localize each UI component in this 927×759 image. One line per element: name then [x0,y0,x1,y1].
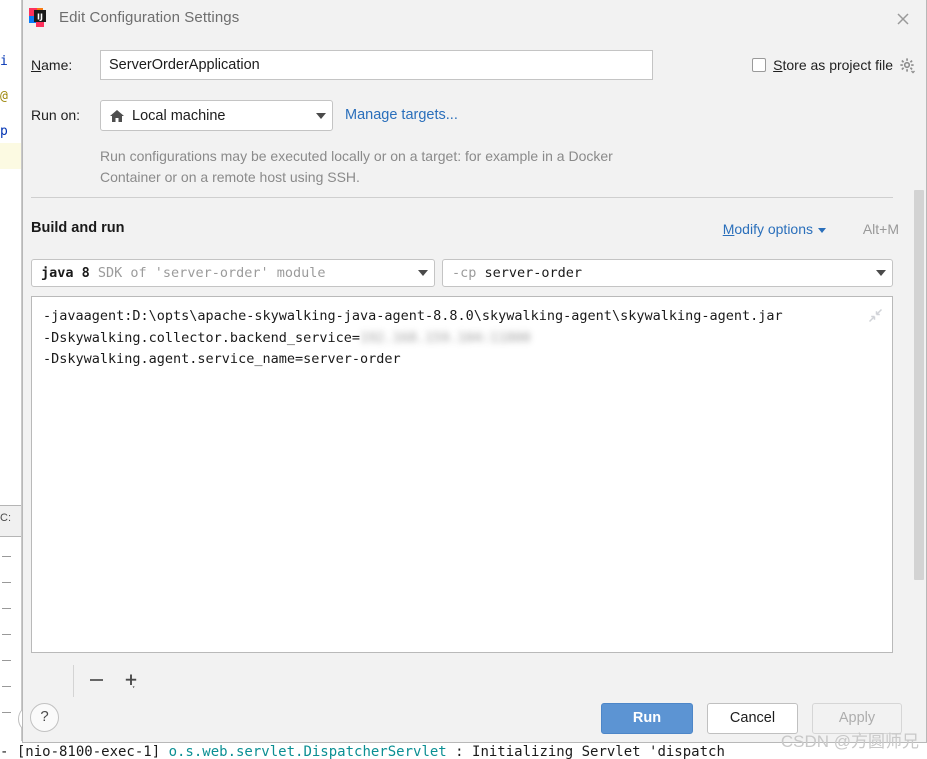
store-label-rest: tore as project file [782,57,894,73]
store-as-project-file-checkbox[interactable] [752,58,767,72]
chevron-down-icon [418,270,428,276]
background-editor-code: i @ p [0,44,22,149]
chevron-down-icon [876,270,886,276]
classpath-combobox[interactable]: -cp server-order [442,259,893,287]
section-divider [31,197,893,198]
console-log-prefix: - [nio-8100-exec-1] [0,744,169,759]
console-log-line: - [nio-8100-exec-1] o.s.web.servlet.Disp… [0,741,927,759]
modify-options-mnemonic: M [722,221,735,237]
gear-icon[interactable] [900,58,916,74]
console-log-logger: o.s.web.servlet.DispatcherServlet [168,744,447,759]
cancel-button[interactable]: Cancel [707,703,798,734]
dialog-scrollbar-thumb[interactable] [914,190,924,580]
editor-char-p: p [0,124,8,139]
tool-window-separator-bottom [0,536,21,537]
editor-char-i: i [0,54,8,69]
classpath-flag: -cp [452,265,477,281]
modify-options-rest: odify options [734,221,813,237]
tool-window-label[interactable]: C: [0,512,20,524]
intellij-idea-logo-icon: IJ [28,7,50,29]
plus-dropdown-icon[interactable] [122,671,144,693]
svg-text:IJ: IJ [37,13,43,22]
store-label-mnemonic: S [773,57,783,73]
console-log-message: : Initializing Servlet 'dispatch [446,744,725,759]
vm-options-text: -javaagent:D:\opts\apache-skywalking-jav… [43,306,803,371]
dialog-titlebar: IJ Edit Configuration Settings [23,0,926,40]
manage-targets-link[interactable]: Manage targets... [345,107,458,123]
minus-icon[interactable] [90,679,103,681]
editor-char-at: @ [0,89,8,104]
run-button[interactable]: Run [601,703,693,734]
store-as-project-file-label: Store as project file [773,57,893,73]
modify-options-shortcut: Alt+M [862,221,899,237]
edit-configuration-dialog: IJ Edit Configuration Settings Name: Sto… [22,0,927,743]
vm-option-service-name: -Dskywalking.agent.service_name=server-o… [43,351,401,367]
chevron-down-icon [316,112,326,119]
vm-option-backend-service-key: -Dskywalking.collector.backend_service= [43,329,360,346]
collapse-expand-icon[interactable] [868,308,883,323]
classpath-combobox-value: -cp server-order [452,265,870,281]
add-remove-option-strip [73,665,893,697]
screenshot-root: i @ p C: 0 n r tch - [nio-8100-exec-1] o… [0,0,927,759]
run-on-value: Local machine [132,107,226,124]
jdk-description: SDK of 'server-order' module [89,265,326,281]
classpath-module: server-order [476,265,583,281]
apply-button: Apply [812,703,902,734]
vm-option-backend-service-value-redacted: 192.168.159.104:11800 [359,329,531,346]
modify-options-link[interactable]: Modify options [723,221,826,237]
name-label: Name: [31,57,72,73]
vm-option-javaagent: -javaagent:D:\opts\apache-skywalking-jav… [43,308,783,324]
modify-options-label: Modify options [723,221,813,237]
close-icon[interactable] [890,6,916,32]
store-as-project-file-row[interactable]: Store as project file [752,57,916,74]
jdk-version: java 8 [41,265,90,281]
vm-options-textarea[interactable]: -javaagent:D:\opts\apache-skywalking-jav… [31,296,893,653]
jdk-combobox-value: java 8 SDK of 'server-order' module [41,265,412,281]
chevron-down-icon [818,227,826,233]
tool-window-separator-top [0,505,21,506]
dialog-title: Edit Configuration Settings [59,9,240,26]
name-label-rest: ame: [41,57,73,73]
configuration-name-input[interactable] [100,50,653,80]
console-gutter-marks [2,556,14,738]
run-on-label: Run on: [31,107,81,123]
run-on-combobox[interactable]: Local machine [100,100,333,131]
home-icon [109,108,125,124]
help-button[interactable]: ? [30,703,59,732]
build-and-run-title: Build and run [31,220,125,236]
run-on-hint-text: Run configurations may be executed local… [100,148,613,185]
jdk-combobox[interactable]: java 8 SDK of 'server-order' module [31,259,435,287]
name-label-mnemonic: N [31,57,42,73]
